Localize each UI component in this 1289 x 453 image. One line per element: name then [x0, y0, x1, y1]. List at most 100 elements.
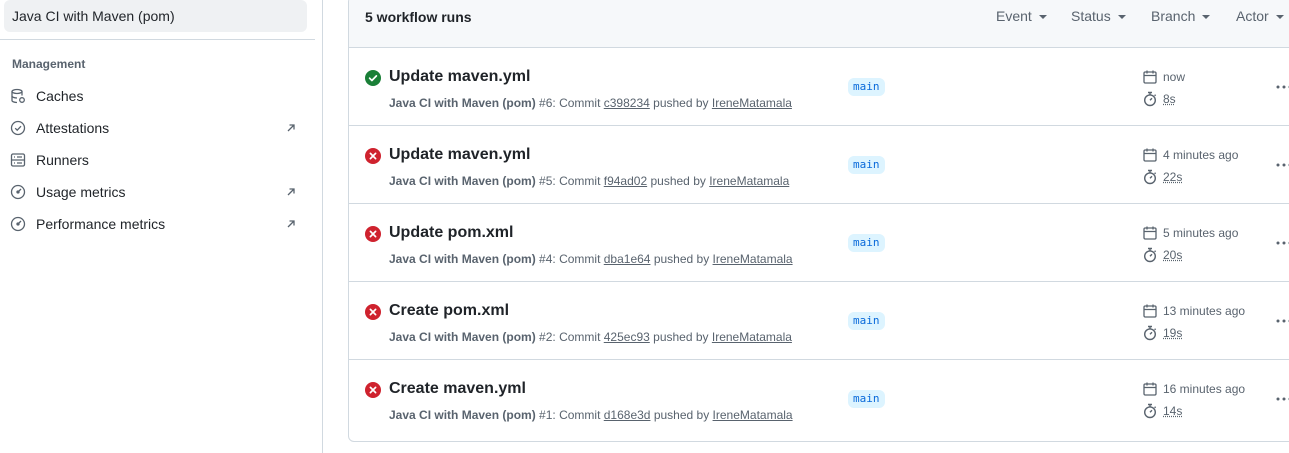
kebab-horizontal-icon[interactable] — [1274, 77, 1289, 97]
sidebar-item-label: Usage metrics — [36, 184, 125, 200]
workflow-run-row[interactable]: Update pom.xml Java CI with Maven (pom) … — [349, 204, 1289, 282]
run-time-text: 5 minutes ago — [1163, 226, 1238, 240]
branch-badge[interactable]: main — [848, 390, 885, 408]
triangle-down-icon — [1118, 15, 1126, 19]
commit-prefix: : Commit — [552, 408, 600, 422]
actor-link[interactable]: IreneMatamala — [713, 252, 793, 266]
workflow-run-row[interactable]: Update maven.yml Java CI with Maven (pom… — [349, 48, 1289, 126]
run-meta: Java CI with Maven (pom) #2: Commit 425e… — [389, 330, 792, 344]
runs-list: Update maven.yml Java CI with Maven (pom… — [349, 48, 1289, 438]
run-time-text: now — [1163, 70, 1185, 84]
workflow-runs-panel: 5 workflow runs Event Status Branch Acto… — [348, 0, 1289, 442]
commit-prefix: : Commit — [552, 174, 600, 188]
sidebar-item-attestations[interactable]: Attestations — [4, 112, 307, 144]
run-title[interactable]: Update pom.xml — [389, 224, 513, 242]
link-external-icon — [285, 122, 297, 134]
pushed-by-text: pushed by — [654, 252, 709, 266]
commit-link[interactable]: c398234 — [604, 96, 650, 110]
run-meta: Java CI with Maven (pom) #1: Commit d168… — [389, 408, 793, 422]
run-time: 13 minutes ago — [1142, 303, 1245, 319]
filter-event[interactable]: Event — [996, 8, 1047, 24]
kebab-horizontal-icon[interactable] — [1274, 311, 1289, 331]
run-number: #6 — [539, 96, 552, 110]
filter-branch[interactable]: Branch — [1151, 8, 1210, 24]
run-number: #4 — [539, 252, 552, 266]
x-circle-icon — [365, 226, 381, 242]
sidebar-item-caches[interactable]: Caches — [4, 80, 307, 112]
runs-header: 5 workflow runs Event Status Branch Acto… — [349, 0, 1289, 48]
commit-prefix: : Commit — [552, 330, 600, 344]
branch-badge[interactable]: main — [848, 156, 885, 174]
meter-icon — [10, 216, 26, 232]
run-duration-text: 8s — [1163, 92, 1176, 106]
actor-link[interactable]: IreneMatamala — [713, 408, 793, 422]
run-duration-text: 19s — [1163, 326, 1182, 340]
workflow-item-selected[interactable]: Java CI with Maven (pom) — [4, 0, 307, 32]
run-time: 5 minutes ago — [1142, 225, 1238, 241]
sidebar-item-label: Runners — [36, 152, 89, 168]
workflow-name: Java CI with Maven (pom) — [389, 252, 536, 266]
kebab-horizontal-icon[interactable] — [1274, 233, 1289, 253]
sidebar-item-runners[interactable]: Runners — [4, 144, 307, 176]
workflow-name: Java CI with Maven (pom) — [389, 96, 536, 110]
pushed-by-text: pushed by — [654, 408, 709, 422]
sidebar-item-usage-metrics[interactable]: Usage metrics — [4, 176, 307, 208]
run-duration: 14s — [1142, 403, 1182, 419]
server-icon — [10, 152, 26, 168]
filter-status[interactable]: Status — [1071, 8, 1126, 24]
sidebar-item-label: Attestations — [36, 120, 109, 136]
workflow-run-row[interactable]: Create maven.yml Java CI with Maven (pom… — [349, 360, 1289, 438]
link-external-icon — [285, 218, 297, 230]
run-title[interactable]: Create pom.xml — [389, 302, 509, 320]
actor-link[interactable]: IreneMatamala — [712, 96, 792, 110]
stopwatch-icon — [1142, 247, 1158, 263]
pushed-by-text: pushed by — [653, 96, 708, 110]
triangle-down-icon — [1039, 15, 1047, 19]
run-time: 4 minutes ago — [1142, 147, 1238, 163]
workflow-run-row[interactable]: Update maven.yml Java CI with Maven (pom… — [349, 126, 1289, 204]
runs-count: 5 workflow runs — [365, 9, 472, 25]
branch-badge[interactable]: main — [848, 234, 885, 252]
meter-icon — [10, 184, 26, 200]
run-number: #5 — [539, 174, 552, 188]
run-time: now — [1142, 69, 1185, 85]
stopwatch-icon — [1142, 325, 1158, 341]
actor-link[interactable]: IreneMatamala — [709, 174, 789, 188]
triangle-down-icon — [1202, 15, 1210, 19]
calendar-icon — [1142, 147, 1158, 163]
sidebar-divider — [0, 39, 315, 40]
x-circle-icon — [365, 148, 381, 164]
run-title[interactable]: Create maven.yml — [389, 380, 526, 398]
workflow-name: Java CI with Maven (pom) — [389, 174, 536, 188]
verified-icon — [10, 120, 26, 136]
branch-badge[interactable]: main — [848, 78, 885, 96]
commit-link[interactable]: dba1e64 — [604, 252, 651, 266]
pushed-by-text: pushed by — [650, 174, 705, 188]
filter-label: Branch — [1151, 8, 1195, 24]
commit-link[interactable]: 425ec93 — [604, 330, 650, 344]
actor-link[interactable]: IreneMatamala — [712, 330, 792, 344]
commit-link[interactable]: f94ad02 — [604, 174, 647, 188]
calendar-icon — [1142, 303, 1158, 319]
filter-actor[interactable]: Actor — [1236, 8, 1284, 24]
run-duration: 22s — [1142, 169, 1182, 185]
check-circle-icon — [365, 70, 381, 86]
run-title[interactable]: Update maven.yml — [389, 68, 530, 86]
pushed-by-text: pushed by — [653, 330, 708, 344]
run-title[interactable]: Update maven.yml — [389, 146, 530, 164]
kebab-horizontal-icon[interactable] — [1274, 155, 1289, 175]
stopwatch-icon — [1142, 403, 1158, 419]
triangle-down-icon — [1276, 15, 1284, 19]
x-circle-icon — [365, 382, 381, 398]
commit-prefix: : Commit — [552, 252, 600, 266]
management-list: Caches Attestations Runners Usage metric… — [4, 80, 307, 240]
run-time-text: 13 minutes ago — [1163, 304, 1245, 318]
sidebar-item-performance-metrics[interactable]: Performance metrics — [4, 208, 307, 240]
workflow-run-row[interactable]: Create pom.xml Java CI with Maven (pom) … — [349, 282, 1289, 360]
branch-badge[interactable]: main — [848, 312, 885, 330]
kebab-horizontal-icon[interactable] — [1274, 389, 1289, 409]
workflow-name: Java CI with Maven (pom) — [389, 408, 536, 422]
run-meta: Java CI with Maven (pom) #5: Commit f94a… — [389, 174, 789, 188]
stopwatch-icon — [1142, 169, 1158, 185]
commit-link[interactable]: d168e3d — [604, 408, 651, 422]
